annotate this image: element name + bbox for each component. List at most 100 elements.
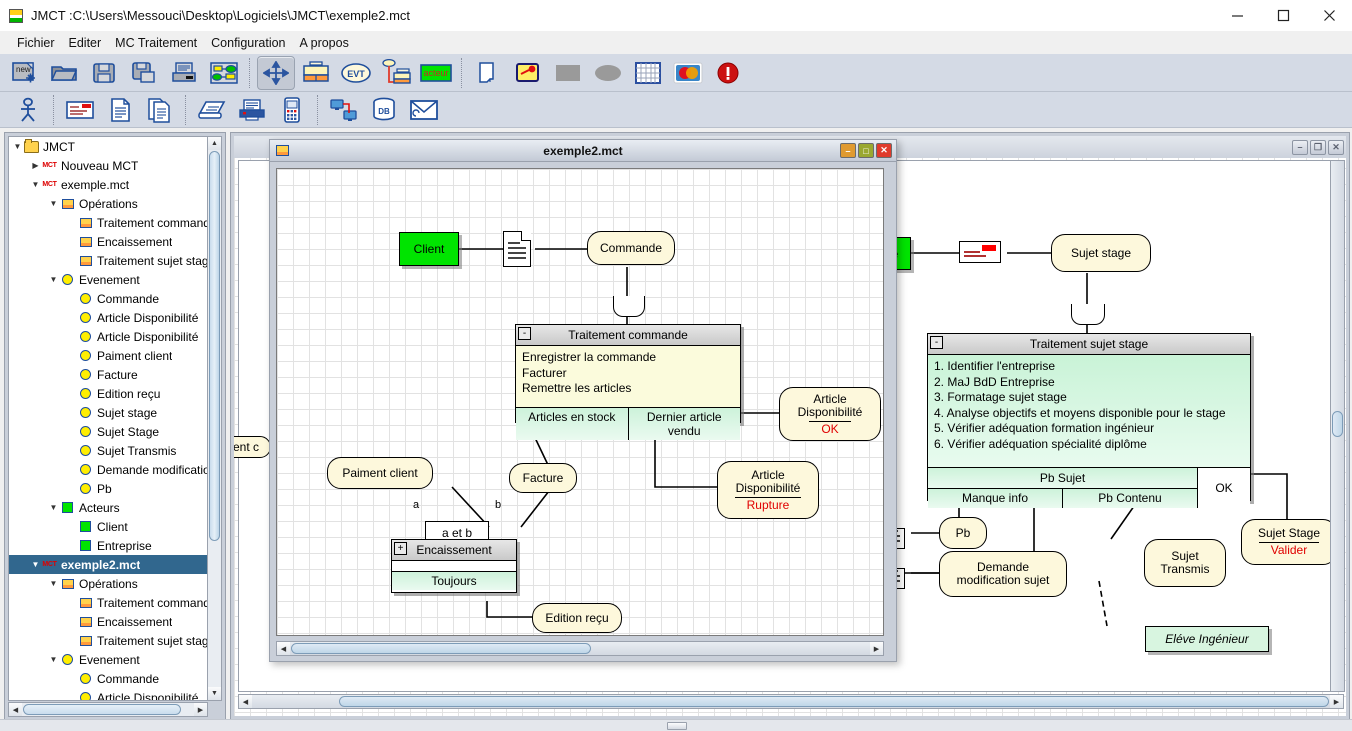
event-article-disponibilite-ok[interactable]: Article Disponibilité OK xyxy=(779,387,881,441)
tree-item-paiment-client[interactable]: Paiment client xyxy=(9,346,207,365)
background-vscrollbar[interactable] xyxy=(1330,160,1345,692)
operation-encaissement[interactable]: + Encaissement Toujours xyxy=(391,539,517,593)
front-close-button[interactable]: ✕ xyxy=(876,143,892,158)
operation-traitement-sujet-stage[interactable]: - Traitement sujet stage 1. Identifier l… xyxy=(927,333,1251,501)
scroll-left-arrow-icon[interactable]: ◀ xyxy=(9,703,22,716)
print-icon[interactable] xyxy=(165,56,203,90)
mobile-phone-icon[interactable] xyxy=(273,93,311,127)
event-facture[interactable]: Facture xyxy=(509,463,577,493)
collapse-toggle[interactable]: - xyxy=(930,336,943,349)
front-diagram-window[interactable]: exemple2.mct – □ ✕ xyxy=(269,139,897,662)
background-hscrollbar[interactable]: ◀ ▶ xyxy=(238,694,1344,709)
tree-item-op-rations[interactable]: ▼Opérations xyxy=(9,574,207,593)
operation-encaissement-header[interactable]: + Encaissement xyxy=(392,540,516,561)
expand-collapse-down-icon[interactable]: ▼ xyxy=(11,142,24,151)
ellipse-shape-icon[interactable] xyxy=(589,56,627,90)
background-minimize-button[interactable]: – xyxy=(1292,140,1308,155)
event-demande-modification-sujet[interactable]: Demande modification sujet xyxy=(939,551,1067,597)
maximize-button[interactable] xyxy=(1260,0,1306,31)
form-card-icon[interactable] xyxy=(61,93,99,127)
event-paiment-client[interactable]: Paiment client xyxy=(327,457,433,489)
scroll-up-arrow-icon[interactable]: ▲ xyxy=(208,137,221,150)
tree-item-article-disponibilit[interactable]: Article Disponibilité xyxy=(9,327,207,346)
synchronisation-sujet-stage[interactable] xyxy=(1071,304,1105,325)
menu-editer[interactable]: Editer xyxy=(62,33,109,53)
tree-item-sujet-stage[interactable]: Sujet stage xyxy=(9,403,207,422)
expand-collapse-down-icon[interactable]: ▼ xyxy=(47,503,60,512)
tree-item-demande-modification-s[interactable]: Demande modification s xyxy=(9,460,207,479)
expand-collapse-down-icon[interactable]: ▼ xyxy=(29,180,42,189)
grid-icon[interactable] xyxy=(629,56,667,90)
tree-item-exemple2-mct[interactable]: ▼MCTexemple2.mct xyxy=(9,555,207,574)
scroll-right-arrow-icon[interactable]: ▶ xyxy=(870,642,883,655)
collapse-toggle[interactable]: + xyxy=(394,542,407,555)
tree-vertical-scrollbar[interactable]: ▲ ▼ xyxy=(207,136,222,701)
network-icon[interactable] xyxy=(325,93,363,127)
open-folder-icon[interactable] xyxy=(45,56,83,90)
event-sujet-transmis[interactable]: Sujet Transmis xyxy=(1144,539,1226,587)
tree-horizontal-scrollbar[interactable]: ◀ ▶ xyxy=(8,702,208,717)
result-toujours[interactable]: Toujours xyxy=(392,572,516,590)
result-manque-info[interactable]: Manque info xyxy=(928,489,1062,509)
message-icon[interactable] xyxy=(959,241,1001,263)
menu-configuration[interactable]: Configuration xyxy=(204,33,292,53)
front-hscroll-thumb[interactable] xyxy=(291,643,591,654)
tree-item-pb[interactable]: Pb xyxy=(9,479,207,498)
save-as-floppy-icon[interactable] xyxy=(125,56,163,90)
result-ok[interactable]: OK xyxy=(1197,468,1250,508)
move-arrows-icon[interactable] xyxy=(257,56,295,90)
background-hscroll-thumb[interactable] xyxy=(339,696,1329,707)
mdi-canvas[interactable]: – ❐ ✕ xyxy=(234,136,1346,716)
tree-item-nouveau-mct[interactable]: ▶MCTNouveau MCT xyxy=(9,156,207,175)
tree-item-traitement-commande[interactable]: Traitement commande xyxy=(9,593,207,612)
expand-collapse-down-icon[interactable]: ▼ xyxy=(47,275,60,284)
stick-figure-actor-icon[interactable] xyxy=(9,93,47,127)
graph-network-icon[interactable] xyxy=(205,56,243,90)
tree-item-commande[interactable]: Commande xyxy=(9,669,207,688)
background-vscroll-thumb[interactable] xyxy=(1332,411,1343,437)
tree-item-sujet-transmis[interactable]: Sujet Transmis xyxy=(9,441,207,460)
tree-item-evenement[interactable]: ▼Evenement xyxy=(9,270,207,289)
front-maximize-button[interactable]: □ xyxy=(858,143,874,158)
acteur-icon[interactable]: acteur xyxy=(417,56,455,90)
background-restore-button[interactable]: ❐ xyxy=(1310,140,1326,155)
tree-vscroll-thumb[interactable] xyxy=(209,151,220,541)
event-sujet-stage[interactable]: Sujet stage xyxy=(1051,234,1151,272)
partial-hidden-node[interactable]: ment c xyxy=(234,436,271,458)
operation-traitement-commande[interactable]: - Traitement commande Enregistrer la com… xyxy=(515,324,741,423)
evt-ellipse-icon[interactable]: EVT xyxy=(337,56,375,90)
minimize-button[interactable] xyxy=(1214,0,1260,31)
tree-hscroll-thumb[interactable] xyxy=(23,704,181,715)
tree-item-article-disponibilit[interactable]: Article Disponibilité xyxy=(9,308,207,327)
collapse-toggle[interactable]: - xyxy=(518,327,531,340)
tree-item-client[interactable]: Client xyxy=(9,517,207,536)
scroll-right-arrow-icon[interactable]: ▶ xyxy=(1330,695,1343,708)
menu-fichier[interactable]: Fichier xyxy=(10,33,62,53)
tree-item-facture[interactable]: Facture xyxy=(9,365,207,384)
result-articles-en-stock[interactable]: Articles en stock xyxy=(516,408,628,440)
operation-icon[interactable] xyxy=(297,56,335,90)
error-alert-icon[interactable] xyxy=(709,56,747,90)
event-edition-recu[interactable]: Edition reçu xyxy=(532,603,622,633)
single-document-icon[interactable] xyxy=(101,93,139,127)
synchronisation-commande[interactable] xyxy=(613,296,645,317)
front-hscrollbar[interactable]: ◀ ▶ xyxy=(276,641,884,656)
background-close-button[interactable]: ✕ xyxy=(1328,140,1344,155)
scroll-down-arrow-icon[interactable]: ▼ xyxy=(208,687,221,700)
expand-collapse-down-icon[interactable]: ▼ xyxy=(29,560,42,569)
expand-collapse-down-icon[interactable]: ▼ xyxy=(47,199,60,208)
tree-item-op-rations[interactable]: ▼Opérations xyxy=(9,194,207,213)
operation-commande-header[interactable]: - Traitement commande xyxy=(516,325,740,346)
tree-item-jmct[interactable]: ▼JMCT xyxy=(9,137,207,156)
printer-icon[interactable] xyxy=(233,93,271,127)
note-pin-icon[interactable] xyxy=(509,56,547,90)
tree-item-traitement-commande[interactable]: Traitement commande xyxy=(9,213,207,232)
front-window-titlebar[interactable]: exemple2.mct – □ ✕ xyxy=(269,139,897,161)
email-envelope-icon[interactable] xyxy=(405,93,443,127)
resize-grip[interactable] xyxy=(667,722,687,730)
close-button[interactable] xyxy=(1306,0,1352,31)
event-operation-link-icon[interactable] xyxy=(377,56,415,90)
multi-document-icon[interactable] xyxy=(141,93,179,127)
actor-note-eleve-ingenieur[interactable]: Eléve Ingénieur xyxy=(1145,626,1269,652)
card-payment-icon[interactable] xyxy=(669,56,707,90)
